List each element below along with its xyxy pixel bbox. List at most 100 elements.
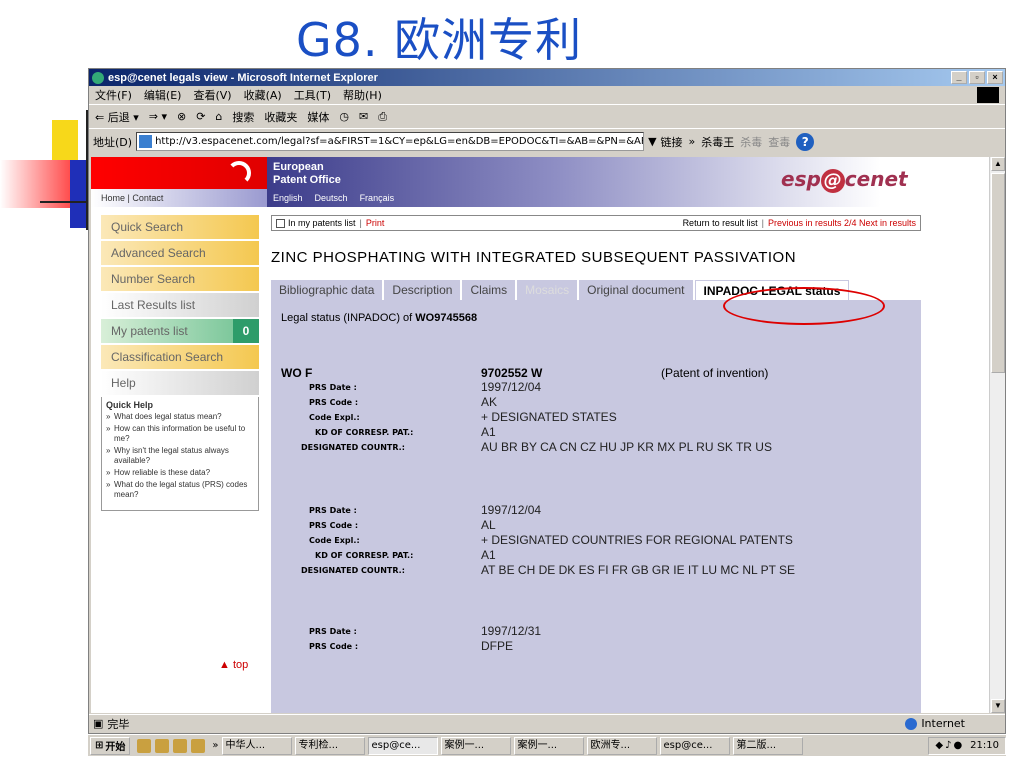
quick-launch xyxy=(133,738,209,753)
taskbar-item[interactable]: 专利检... xyxy=(294,736,365,755)
chevron-right-icon[interactable]: » xyxy=(212,740,218,751)
menu-favorites[interactable]: 收藏(A) xyxy=(244,87,282,103)
taskbar-item[interactable]: 欧洲专... xyxy=(586,736,657,755)
nav-my-patents[interactable]: My patents list 0 xyxy=(101,319,259,343)
taskbar-item[interactable]: esp@ce... xyxy=(659,736,730,755)
nav-advanced-search[interactable]: Advanced Search xyxy=(101,241,259,265)
start-button[interactable]: ⊞ 开始 xyxy=(90,736,131,755)
menu-edit[interactable]: 编辑(E) xyxy=(144,87,182,103)
favorites-button[interactable]: 收藏夹 xyxy=(264,109,297,125)
start-label: 开始 xyxy=(105,742,126,753)
taskbar-item[interactable]: 案例一... xyxy=(513,736,584,755)
taskbar: ⊞ 开始 » 中华人... 专利检... esp@ce... 案例一... 案例… xyxy=(88,734,1006,756)
return-to-results-link[interactable]: Return to result list xyxy=(683,218,758,228)
quick-launch-icon[interactable] xyxy=(155,738,170,753)
close-button[interactable]: × xyxy=(987,71,1003,84)
restore-button[interactable]: ▫ xyxy=(969,71,985,84)
windows-flag-icon: ⊞ xyxy=(95,740,104,751)
print-link[interactable]: Print xyxy=(366,218,385,228)
tray-icon[interactable]: ● xyxy=(953,740,962,751)
scroll-thumb[interactable] xyxy=(991,173,1005,373)
print-icon[interactable]: ⎙ xyxy=(378,110,387,124)
vertical-scrollbar[interactable]: ▲ ▼ xyxy=(989,157,1005,713)
quick-launch-icon[interactable] xyxy=(191,738,206,753)
taskbar-item[interactable]: 中华人... xyxy=(221,736,292,755)
prs-date-label: PRS Date : xyxy=(309,506,357,515)
address-dropdown-icon[interactable]: ▼ xyxy=(648,135,656,148)
espacenet-logo: esp @ cenet xyxy=(781,167,908,193)
epo-name: European Patent Office xyxy=(273,161,341,187)
search-button[interactable]: 搜索 xyxy=(232,109,254,125)
tab-description[interactable]: Description xyxy=(384,280,461,300)
menu-help[interactable]: 帮助(H) xyxy=(343,87,382,103)
zone-label: Internet xyxy=(921,717,965,730)
kill-virus-button[interactable]: 杀毒王 xyxy=(701,134,734,150)
tray-icon[interactable]: ◆ xyxy=(935,740,943,751)
ie-icon xyxy=(92,71,104,84)
help-icon[interactable]: ? xyxy=(796,132,815,151)
nav-number-search[interactable]: Number Search xyxy=(101,267,259,291)
menu-bar: 文件(F) 编辑(E) 查看(V) 收藏(A) 工具(T) 帮助(H) xyxy=(89,86,1005,105)
quick-help-link[interactable]: What does legal status mean? xyxy=(106,412,254,422)
kill-button[interactable]: 杀毒 xyxy=(740,134,762,150)
nav-quick-search[interactable]: Quick Search xyxy=(101,215,259,239)
menu-file[interactable]: 文件(F) xyxy=(95,87,132,103)
tab-bibliographic[interactable]: Bibliographic data xyxy=(271,280,383,300)
taskbar-item[interactable]: 第二版... xyxy=(732,736,803,755)
history-icon[interactable]: ◷ xyxy=(339,110,349,123)
volume-icon[interactable]: ♪ xyxy=(945,740,951,751)
refresh-icon[interactable]: ⟳ xyxy=(196,110,205,123)
home-contact-link[interactable]: Home | Contact xyxy=(101,193,163,203)
record-row: PRS Code : AL xyxy=(281,518,911,533)
minimize-button[interactable]: _ xyxy=(951,71,967,84)
lang-deutsch[interactable]: Deutsch xyxy=(315,193,348,203)
media-button[interactable]: 媒体 xyxy=(307,109,329,125)
my-patents-checkbox[interactable] xyxy=(276,218,285,228)
nav-last-results[interactable]: Last Results list xyxy=(101,293,259,317)
util-bar: In my patents list | Print Return to res… xyxy=(271,215,921,231)
epo-logo-icon[interactable] xyxy=(227,161,251,185)
nav-classification-search[interactable]: Classification Search xyxy=(101,345,259,369)
menu-tools[interactable]: 工具(T) xyxy=(294,87,331,103)
system-tray: ◆ ♪ ● 21:10 xyxy=(928,736,1006,755)
nav-help[interactable]: Help xyxy=(101,371,259,395)
quick-help-link[interactable]: Why isn't the legal status always availa… xyxy=(106,446,254,466)
back-button[interactable]: ⇐ 后退 ▾ xyxy=(95,109,139,125)
forward-button[interactable]: ⇒ ▾ xyxy=(149,110,167,123)
prev-next-results-link[interactable]: Previous in results 2/4 Next in results xyxy=(768,218,916,228)
scroll-down-icon[interactable]: ▼ xyxy=(991,699,1005,713)
links-button[interactable]: 链接 xyxy=(661,134,683,150)
tab-original-document[interactable]: Original document xyxy=(579,280,693,300)
stop-icon[interactable]: ⊗ xyxy=(177,110,186,123)
quick-launch-icon[interactable] xyxy=(173,738,188,753)
scroll-up-icon[interactable]: ▲ xyxy=(991,157,1005,171)
chevron-right-icon[interactable]: » xyxy=(689,135,696,148)
separator: | xyxy=(359,218,362,228)
record-row: PRS Code : AK xyxy=(281,395,911,410)
scan-button[interactable]: 查毒 xyxy=(768,134,790,150)
quick-help-title: Quick Help xyxy=(106,400,154,410)
home-icon[interactable]: ⌂ xyxy=(215,110,222,123)
record-header: WO F 9702552 W (Patent of invention) xyxy=(281,366,911,380)
prs-code-label: PRS Code : xyxy=(309,521,359,530)
quick-help-link[interactable]: What do the legal status (PRS) codes mea… xyxy=(106,480,254,500)
window-title: esp@cenet legals view - Microsoft Intern… xyxy=(108,71,378,84)
top-link[interactable]: ▲ top xyxy=(219,659,248,671)
lang-english[interactable]: English xyxy=(273,193,303,203)
lang-francais[interactable]: Français xyxy=(360,193,395,203)
record-row: PRS Date : 1997/12/31 xyxy=(281,624,911,639)
address-input[interactable]: http://v3.espacenet.com/legal?sf=a&FIRST… xyxy=(136,132,645,151)
tab-claims[interactable]: Claims xyxy=(462,280,516,300)
mail-icon[interactable]: ✉ xyxy=(359,110,368,123)
quick-help-link[interactable]: How can this information be useful to me… xyxy=(106,424,254,444)
quick-launch-icon[interactable] xyxy=(137,738,152,753)
menu-view[interactable]: 查看(V) xyxy=(193,87,231,103)
taskbar-item-active[interactable]: esp@ce... xyxy=(367,736,438,755)
quick-help-link[interactable]: How reliable is these data? xyxy=(106,468,254,478)
language-links: English Deutsch Français xyxy=(273,193,394,203)
record-row: DESIGNATED COUNTR.: AT BE CH DE DK ES FI … xyxy=(281,563,911,578)
prs-code-label: PRS Code : xyxy=(309,642,359,651)
taskbar-item[interactable]: 案例一... xyxy=(440,736,511,755)
